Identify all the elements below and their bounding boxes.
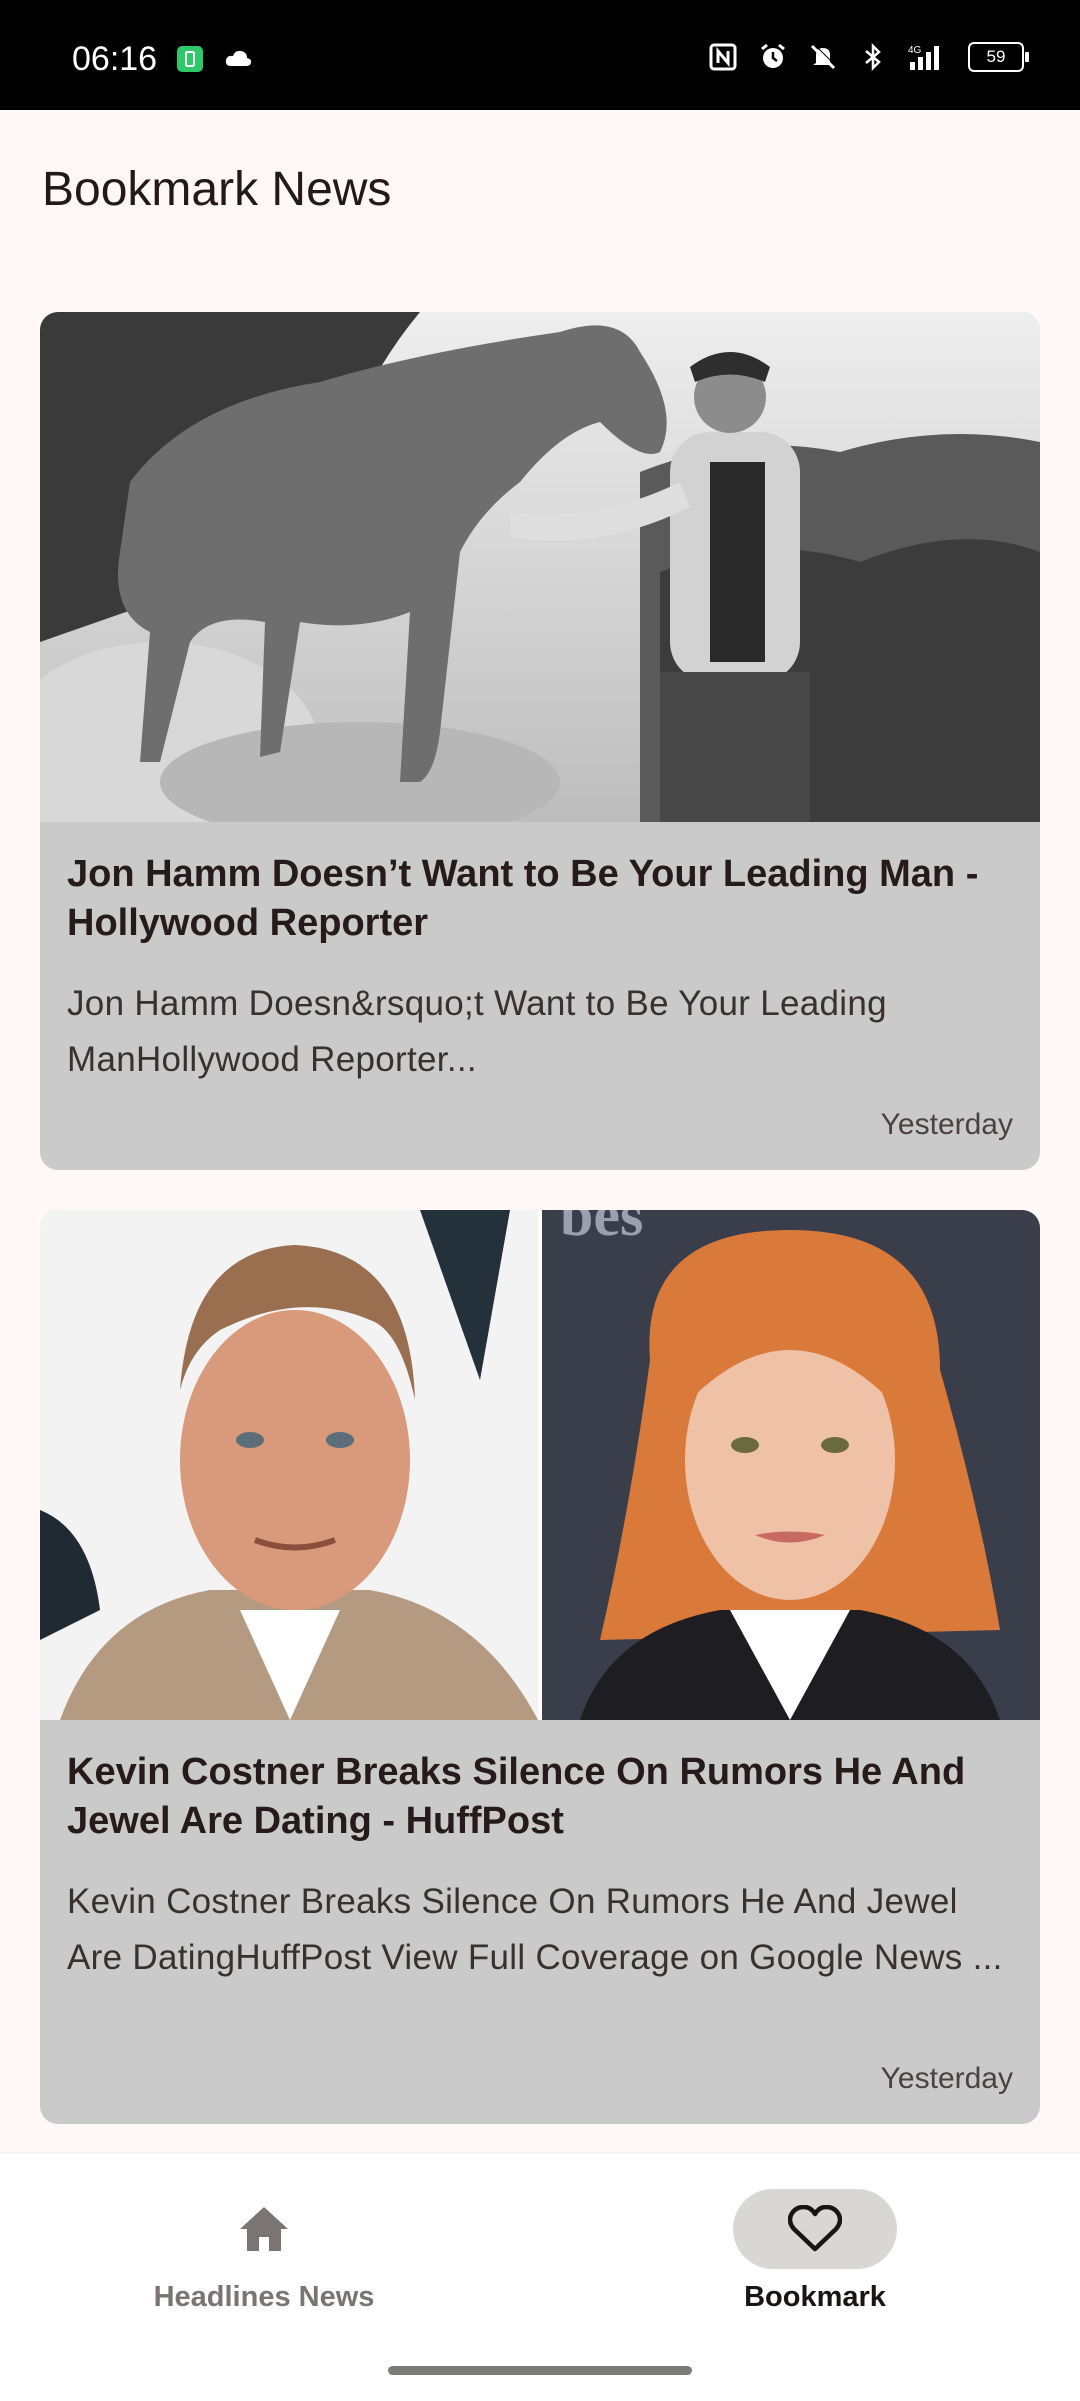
status-bar: 06:16 4G 59 [0,0,1080,110]
battery-level: 59 [986,47,1006,66]
battery-icon: 59 [968,42,1029,72]
news-card[interactable]: Jon Hamm Doesn’t Want to Be Your Leading… [40,312,1040,1170]
home-indicator[interactable] [388,2366,692,2375]
heart-icon [788,2205,842,2252]
cloud-icon [225,50,252,66]
status-time: 06:16 [72,40,158,78]
mute-icon [810,43,837,70]
signal-icon: 4G [908,45,939,70]
alarm-icon [761,43,785,68]
article-image [40,312,1040,822]
page-title: Bookmark News [42,163,392,216]
svg-text:bes: bes [560,1210,643,1248]
battery-saver-icon [177,46,203,72]
bluetooth-icon [865,42,881,72]
article-image: bes [40,1210,1040,1720]
news-card[interactable]: bes Kevin Costner Breaks Silence On Rumo… [40,1210,1040,2124]
article-time: Yesterday [880,2062,1013,2095]
bottom-navigation: Headlines News Bookmark [0,2152,1080,2401]
article-time: Yesterday [880,1108,1013,1141]
nfc-icon [709,43,737,71]
svg-text:4G: 4G [908,45,922,56]
article-description: Jon Hamm Doesn&rsquo;t Want to Be Your L… [67,984,887,1079]
nav-label-bookmark: Bookmark [744,2281,886,2313]
nav-label-headlines: Headlines News [153,2281,375,2313]
article-description: Kevin Costner Breaks Silence On Rumors H… [67,1882,1003,1977]
nav-item-bookmark[interactable]: Bookmark [665,2189,965,2314]
selected-indicator [733,2189,897,2269]
nav-item-headlines[interactable]: Headlines News [114,2189,414,2314]
home-icon [240,2207,288,2251]
article-title[interactable]: Kevin Costner Breaks Silence On Rumors H… [67,1748,1013,1846]
article-title[interactable]: Jon Hamm Doesn’t Want to Be Your Leading… [67,850,1013,948]
